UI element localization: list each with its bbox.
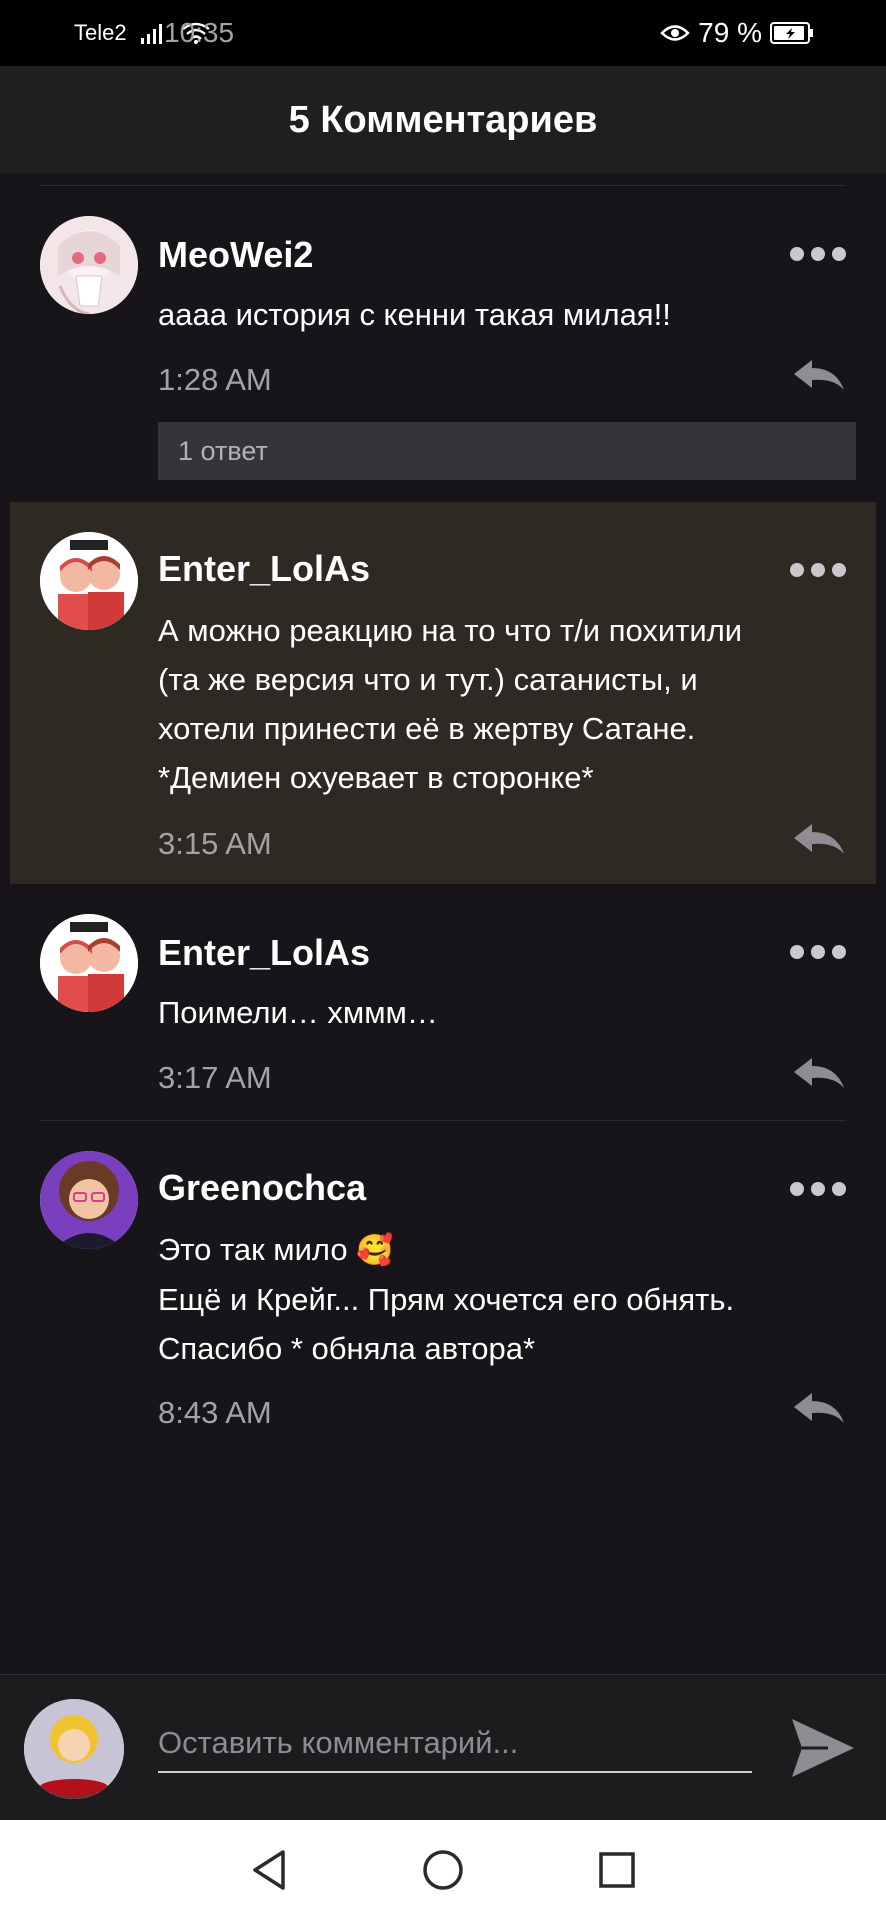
comment-text: аааа история с кенни такая милая!! [158,290,848,339]
comment-time: 3:17 AM [158,1060,272,1095]
dot-icon [832,247,846,261]
comment-item-highlighted: Enter_LolAs А можно реакцию на то что т/… [10,502,876,884]
smiling-face-with-hearts-icon: 🥰 [356,1234,394,1267]
comment-author[interactable]: Greenochca [158,1167,366,1209]
system-nav-bar [0,1820,886,1920]
battery-icon [770,21,814,45]
more-options-button[interactable] [790,560,846,580]
dot-icon [790,945,804,959]
dot-icon [811,945,825,959]
view-replies-button[interactable]: 1 ответ [158,422,856,480]
comment-time: 8:43 AM [158,1395,272,1430]
comment-line: Поимели… хммм… [158,995,438,1030]
comment-composer [0,1674,886,1820]
comment-line-text: Это так мило [158,1232,348,1267]
comment-line: хотели принести её в жертву Сатане. [158,711,696,746]
eye-icon [660,22,690,44]
recents-icon[interactable] [595,1848,639,1892]
comment-author[interactable]: Enter_LolAs [158,548,370,590]
back-icon[interactable] [247,1848,291,1892]
comment-line: (та же версия что и тут.) сатанисты, и [158,662,698,697]
comment-text: Это так мило 🥰 Ещё и Крейг... Прям хочет… [158,1225,848,1373]
dot-icon [790,563,804,577]
avatar[interactable] [40,914,138,1012]
comment-line: Ещё и Крейг... Прям хочется его обнять. [158,1282,735,1317]
home-icon[interactable] [421,1848,465,1892]
battery-percent: 79 % [698,17,762,48]
dot-icon [790,247,804,261]
comment-time: 3:15 AM [158,826,272,861]
more-options-button[interactable] [790,1179,846,1199]
reply-icon[interactable] [792,1391,846,1425]
avatar[interactable] [40,532,138,630]
reply-icon[interactable] [792,358,846,392]
comment-line: А можно реакцию на то что т/и похитили [158,613,743,648]
dot-icon [832,945,846,959]
comment-item: Enter_LolAs Поимели… хммм… 3:17 AM [0,884,886,1120]
clock-time: 10:35 [164,17,235,48]
page-header: 5 Комментариев [0,66,886,174]
carrier-name: Tele2 [74,20,127,45]
current-user-avatar[interactable] [24,1699,124,1799]
comment-author[interactable]: Enter_LolAs [158,932,370,974]
signal-icon [140,22,167,44]
comment-line: *Демиен охуевает в сторонке* [158,760,594,795]
comment-time: 1:28 AM [158,362,272,397]
comment-line: Это так мило 🥰 [158,1225,848,1275]
send-icon[interactable] [788,1715,858,1781]
comment-input[interactable] [158,1715,752,1773]
comment-text: А можно реакцию на то что т/и похитили (… [158,606,848,802]
more-options-button[interactable] [790,244,846,264]
dot-icon [811,563,825,577]
status-bar: Tele2 79 % 10:35 [0,0,886,66]
comment-text: Поимели… хммм… [158,988,848,1037]
comment-line: аааа история с кенни такая милая!! [158,297,671,332]
status-right: 79 % 10:35 [164,17,814,49]
page-title: 5 Комментариев [288,98,598,141]
comment-item: Greenochca Это так мило 🥰 Ещё и Крейг...… [0,1121,886,1451]
dot-icon [832,1182,846,1196]
dot-icon [832,563,846,577]
dot-icon [790,1182,804,1196]
avatar[interactable] [40,1151,138,1249]
comment-line: Спасибо * обняла автора* [158,1331,536,1366]
reply-icon[interactable] [792,1056,846,1090]
dot-icon [811,247,825,261]
reply-icon[interactable] [792,822,846,856]
avatar[interactable] [40,216,138,314]
dot-icon [811,1182,825,1196]
more-options-button[interactable] [790,942,846,962]
replies-count: 1 ответ [178,435,268,466]
comment-author[interactable]: MeoWei2 [158,234,313,276]
